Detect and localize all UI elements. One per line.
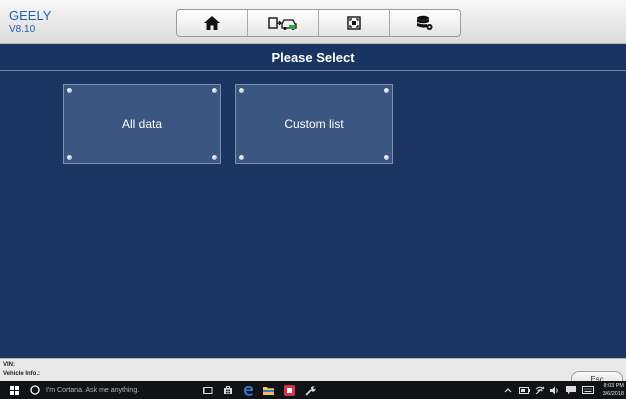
clock-time: 8:03 PM (603, 383, 624, 389)
task-view-button[interactable] (203, 381, 213, 399)
touch-keyboard-button[interactable] (582, 381, 594, 399)
app-icon (284, 384, 295, 396)
volume-button[interactable] (550, 381, 560, 399)
edge-browser-button[interactable] (243, 381, 254, 399)
main-toolbar (176, 9, 461, 37)
store-icon (224, 386, 232, 394)
keyboard-icon (582, 386, 594, 394)
screw-icon (384, 155, 389, 160)
app-button[interactable] (284, 381, 295, 399)
home-icon (204, 16, 220, 30)
tile-label: All data (121, 117, 163, 131)
network-icon (535, 386, 545, 394)
search-placeholder: I'm Cortana. Ask me anything. (46, 386, 140, 394)
edge-icon (244, 385, 253, 396)
vin-label: VIN: (3, 362, 15, 368)
screw-icon (67, 88, 72, 93)
action-center-button[interactable] (566, 381, 576, 399)
page-title: Please Select (271, 49, 355, 65)
chevron-up-icon (504, 388, 512, 393)
start-button[interactable] (10, 381, 19, 399)
database-settings-button[interactable] (390, 10, 460, 36)
screw-icon (212, 88, 217, 93)
store-button[interactable] (223, 381, 233, 399)
brand-block: GEELY V8.10 (9, 9, 51, 35)
cortana-search[interactable]: I'm Cortana. Ask me anything. (30, 381, 139, 399)
cortana-circle-icon (30, 385, 40, 395)
software-version: V8.10 (9, 24, 36, 35)
custom-list-tile[interactable]: Custom list (235, 84, 393, 164)
vehicle-info-label: Vehicle Info.: (3, 371, 41, 377)
notification-icon (566, 385, 576, 394)
brand-name: GEELY (9, 8, 52, 23)
top-header: GEELY V8.10 (0, 0, 626, 44)
task-view-icon (203, 386, 213, 394)
vehicle-info-bar: VIN: Vehicle Info.: Esc (0, 358, 626, 387)
system-clock[interactable]: 8:03 PM 3/6/2018 (603, 382, 624, 398)
screenshot-icon (347, 16, 361, 30)
all-data-tile[interactable]: All data (63, 84, 221, 164)
page-title-bar: Please Select (0, 44, 626, 71)
battery-icon (519, 386, 530, 394)
battery-button[interactable] (519, 381, 530, 399)
clock-date: 3/6/2018 (602, 391, 624, 397)
tile-label: Custom list (284, 117, 344, 131)
screw-icon (239, 88, 244, 93)
screw-icon (239, 155, 244, 160)
screw-icon (212, 155, 217, 160)
vehicle-connect-button[interactable] (248, 10, 319, 36)
wrench-icon (305, 385, 316, 396)
file-explorer-button[interactable] (263, 381, 274, 399)
windows-logo-icon (10, 385, 19, 395)
screenshot-button[interactable] (319, 10, 390, 36)
screw-icon (384, 88, 389, 93)
screw-icon (67, 155, 72, 160)
show-hidden-icons-button[interactable] (504, 381, 512, 399)
speaker-icon (550, 386, 558, 394)
folder-icon (263, 386, 274, 395)
home-button[interactable] (177, 10, 248, 36)
database-settings-icon (417, 15, 433, 30)
windows-taskbar: I'm Cortana. Ask me anything. 8:03 PM 3/… (0, 381, 626, 399)
vehicle-connect-icon (268, 17, 297, 30)
tools-app-button[interactable] (305, 381, 316, 399)
network-button[interactable] (535, 381, 545, 399)
